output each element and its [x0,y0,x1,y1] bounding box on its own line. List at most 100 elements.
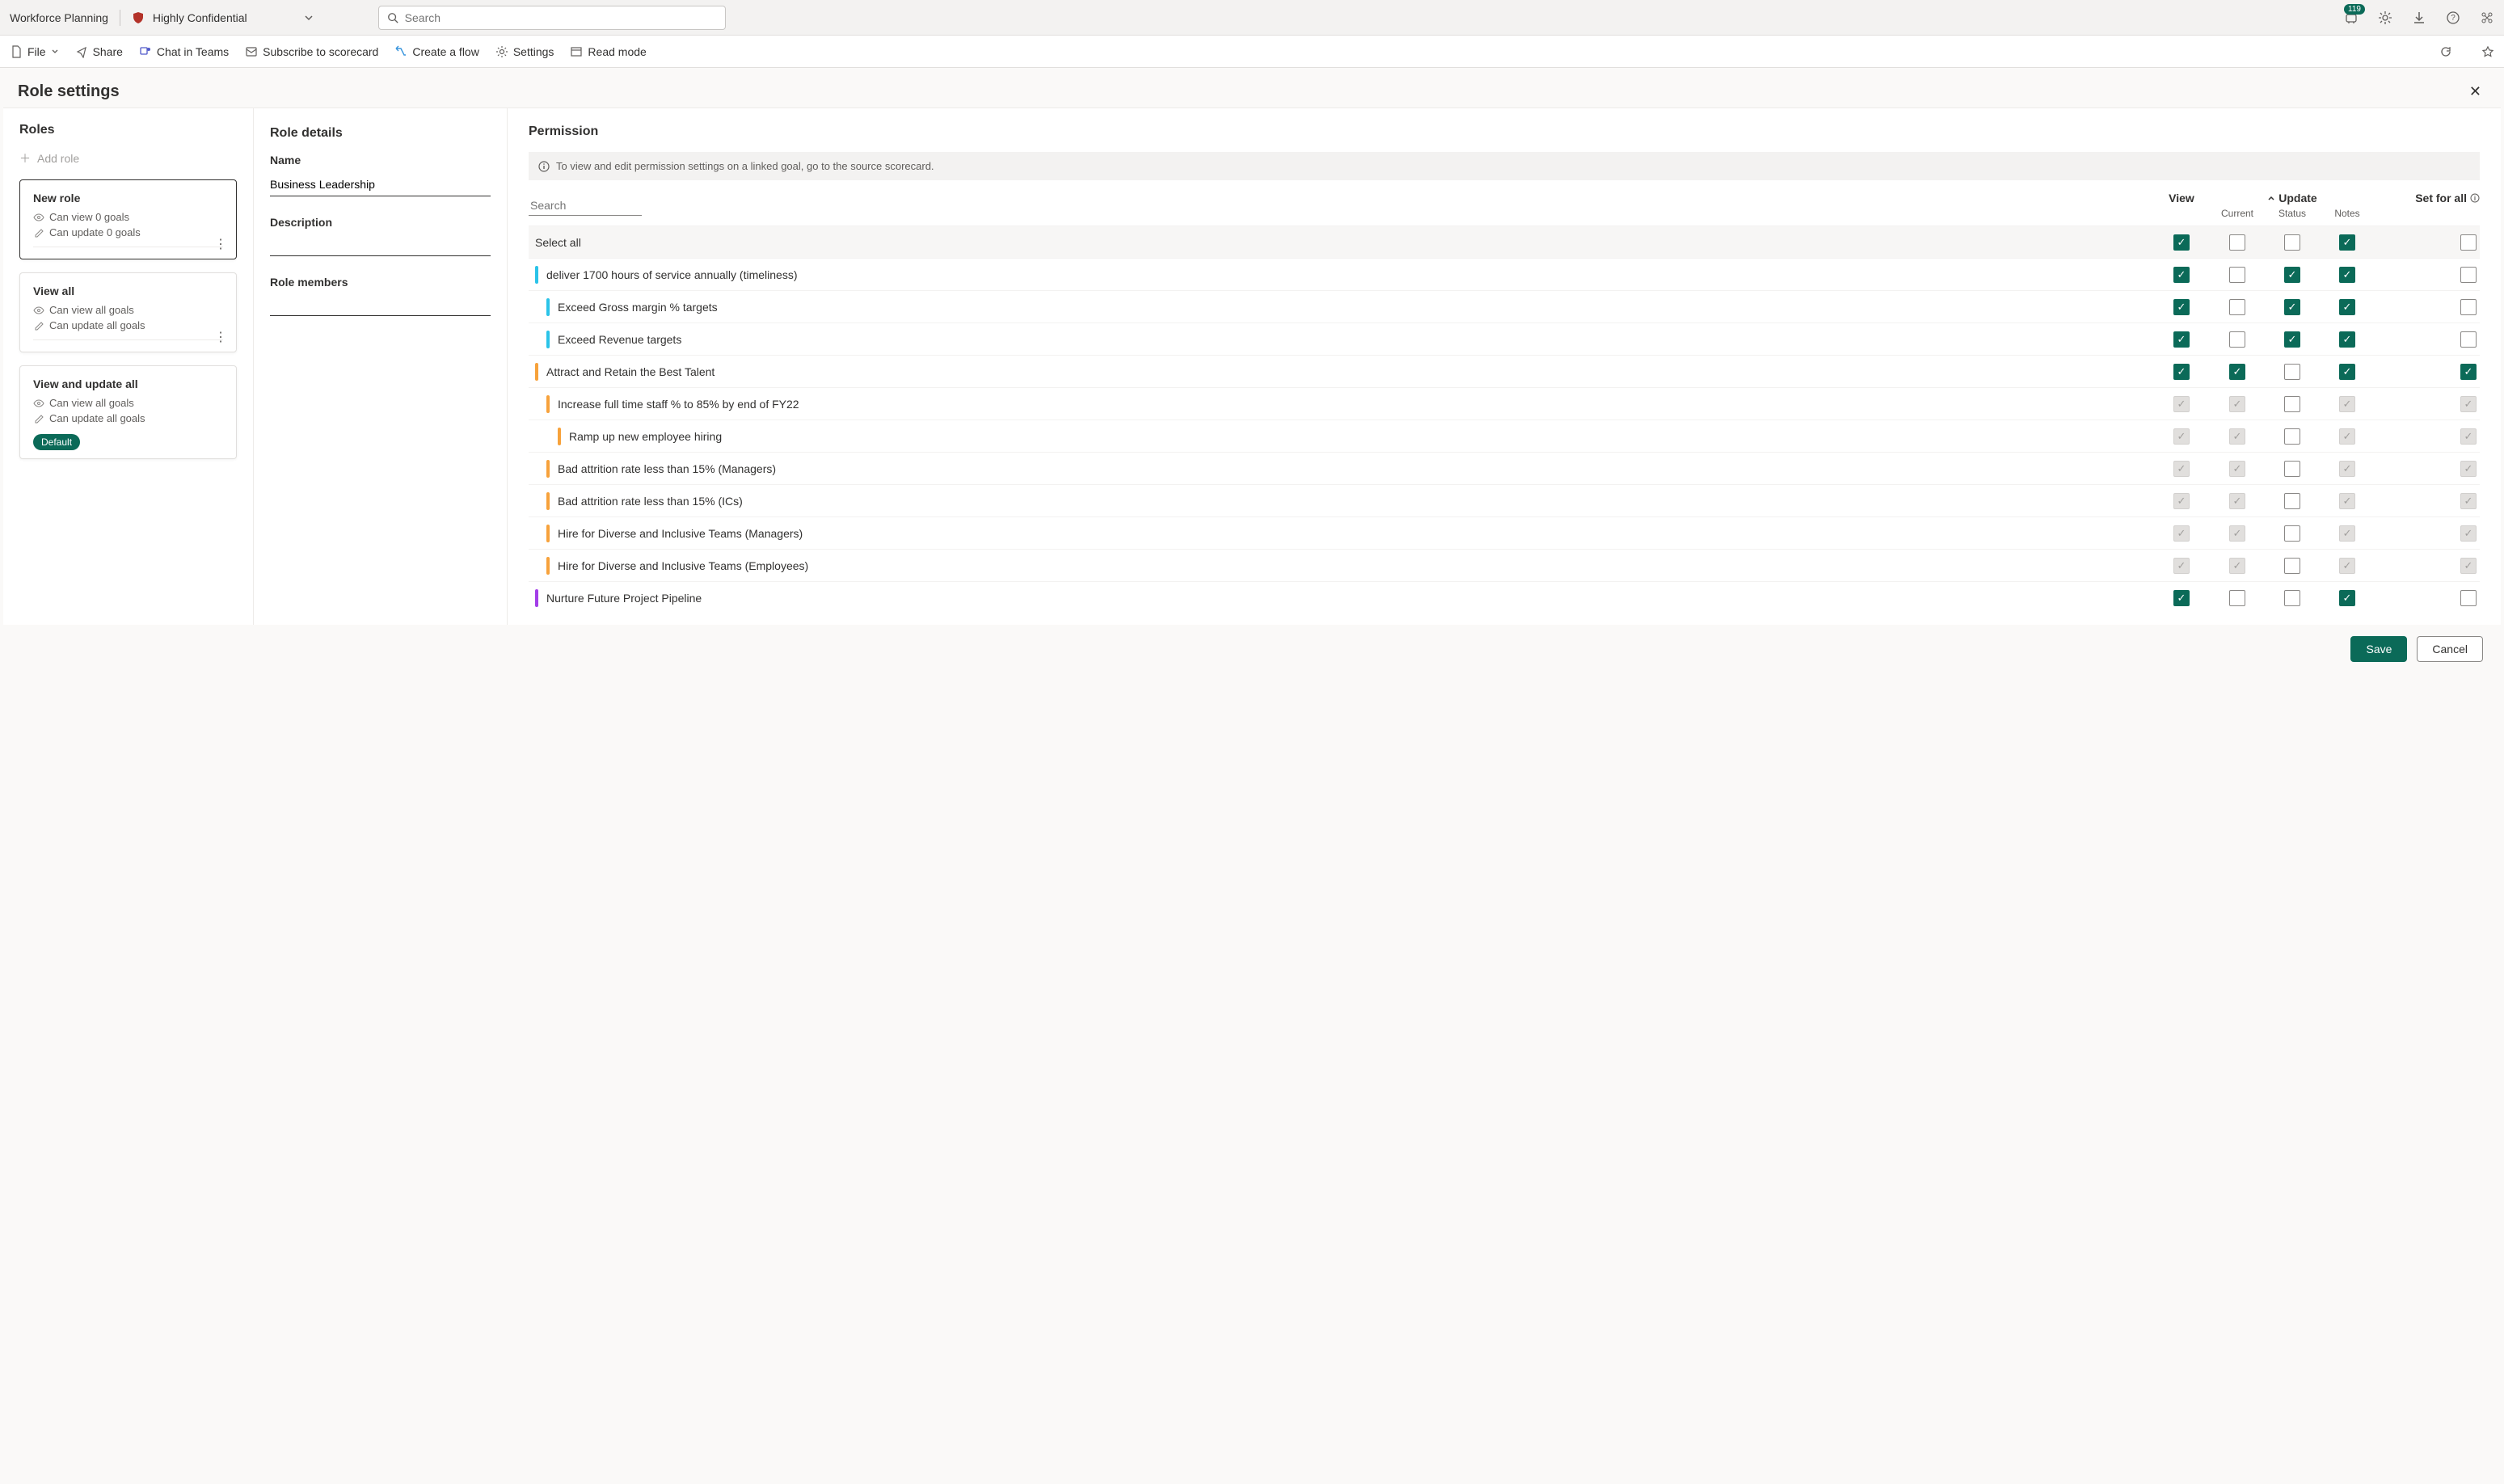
checkbox[interactable] [2460,331,2477,348]
role-update-line: Can update 0 goals [33,226,223,238]
checkbox[interactable] [2229,267,2245,283]
checkbox[interactable] [2284,461,2300,477]
subscribe-button[interactable]: Subscribe to scorecard [245,45,378,58]
goal-color-bar [546,395,550,413]
checkbox [2173,396,2190,412]
cancel-button[interactable]: Cancel [2417,636,2483,662]
checkbox[interactable] [2284,590,2300,606]
help-icon[interactable]: ? [2446,11,2460,25]
plus-icon: ＋ [19,150,31,167]
refresh-icon[interactable] [2439,45,2452,58]
role-card[interactable]: View all Can view all goals Can update a… [19,272,237,352]
share-button[interactable]: Share [75,45,123,58]
permission-row: deliver 1700 hours of service annually (… [529,258,2480,290]
add-role-button[interactable]: ＋ Add role [19,150,237,167]
goal-label: Bad attrition rate less than 15% (Manage… [558,462,2153,475]
description-input[interactable] [270,237,491,256]
select-all-row: Select all [529,226,2480,258]
checkbox [2339,525,2355,542]
checkbox[interactable] [2229,590,2245,606]
checkbox[interactable] [2460,590,2477,606]
col-set-for-all[interactable]: Set for all i [2407,192,2480,204]
chat-teams-button[interactable]: Chat in Teams [139,45,229,58]
download-icon[interactable] [2412,11,2426,25]
checkbox[interactable] [2284,558,2300,574]
role-update-line: Can update all goals [33,319,223,331]
checkbox[interactable] [2284,493,2300,509]
checkbox[interactable] [2284,299,2300,315]
role-card-more[interactable]: ⋮ [214,329,228,345]
details-heading: Role details [270,126,491,141]
chevron-down-icon[interactable] [304,13,314,23]
read-mode-button[interactable]: Read mode [570,45,646,58]
checkbox [2229,558,2245,574]
checkbox[interactable] [2173,590,2190,606]
checkbox[interactable] [2284,331,2300,348]
checkbox[interactable] [2284,525,2300,542]
create-flow-button[interactable]: Create a flow [394,45,478,58]
role-members-input[interactable] [270,297,491,316]
checkbox[interactable] [2173,331,2190,348]
checkbox[interactable] [2339,299,2355,315]
checkbox[interactable] [2284,364,2300,380]
checkbox[interactable] [2229,299,2245,315]
checkbox[interactable] [2173,299,2190,315]
permission-search[interactable] [529,196,642,216]
sensitivity-label[interactable]: Highly Confidential [153,11,247,24]
col-status: Status [2265,208,2320,219]
close-button[interactable]: ✕ [2469,83,2481,100]
checkbox[interactable] [2284,396,2300,412]
save-button[interactable]: Save [2350,636,2407,662]
notification-count: 119 [2344,4,2365,15]
col-view[interactable]: View [2153,192,2210,204]
goal-label: Select all [535,236,2153,249]
col-update[interactable]: Update [2267,192,2316,204]
checkbox [2460,428,2477,445]
checkbox[interactable] [2229,331,2245,348]
role-name-input[interactable] [270,175,491,196]
checkbox [2339,428,2355,445]
checkbox[interactable] [2339,267,2355,283]
settings-button[interactable]: Settings [495,45,554,58]
app-launcher-icon[interactable] [2480,11,2494,25]
checkbox[interactable] [2460,267,2477,283]
permission-heading: Permission [529,124,2480,139]
app-title: Workforce Planning [10,11,108,24]
goal-color-bar [546,492,550,510]
checkbox[interactable] [2284,234,2300,251]
checkbox[interactable] [2284,428,2300,445]
goal-color-bar [558,428,561,445]
permission-row: Increase full time staff % to 85% by end… [529,387,2480,419]
role-card[interactable]: View and update all Can view all goals C… [19,365,237,459]
role-card-more[interactable]: ⋮ [214,236,228,252]
page-header: Role settings ✕ [0,68,2504,108]
checkbox[interactable] [2339,331,2355,348]
permission-info-banner: To view and edit permission settings on … [529,152,2480,180]
checkbox[interactable] [2339,364,2355,380]
role-card[interactable]: New role Can view 0 goals Can update 0 g… [19,179,237,259]
checkbox [2173,525,2190,542]
global-search[interactable] [378,6,726,30]
checkbox[interactable] [2229,364,2245,380]
checkbox[interactable] [2173,234,2190,251]
checkbox[interactable] [2229,234,2245,251]
settings-icon[interactable] [2378,11,2392,25]
file-menu[interactable]: File [10,45,59,58]
checkbox[interactable] [2173,364,2190,380]
checkbox[interactable] [2339,234,2355,251]
search-input[interactable] [405,11,717,24]
checkbox[interactable] [2460,299,2477,315]
checkbox[interactable] [2339,590,2355,606]
flow-label: Create a flow [412,45,478,58]
shield-icon [132,11,145,24]
goal-color-bar [546,460,550,478]
goal-label: Bad attrition rate less than 15% (ICs) [558,495,2153,508]
checkbox[interactable] [2460,234,2477,251]
checkbox[interactable] [2173,267,2190,283]
checkbox[interactable] [2460,364,2477,380]
banner-text: To view and edit permission settings on … [556,160,934,172]
permission-row: Exceed Gross margin % targets [529,290,2480,323]
notifications-button[interactable]: 119 [2344,11,2359,25]
checkbox[interactable] [2284,267,2300,283]
favorite-icon[interactable] [2481,45,2494,58]
